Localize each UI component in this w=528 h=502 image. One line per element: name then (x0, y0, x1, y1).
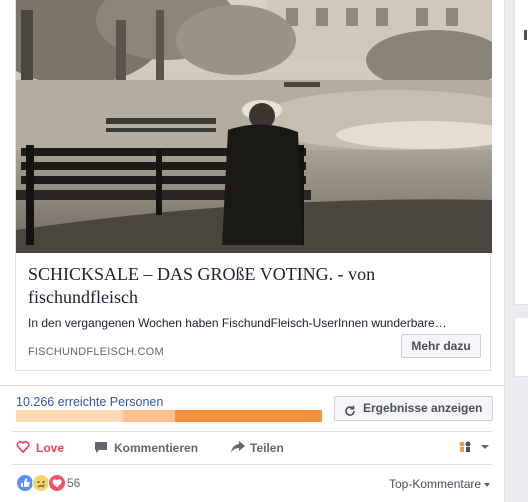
share-arrow-icon (230, 440, 246, 458)
comment-icon (94, 440, 108, 458)
divider (12, 464, 492, 465)
right-sidebar-card (514, 0, 528, 305)
comment-action-label: Kommentieren (114, 441, 199, 455)
love-reaction-icon (48, 474, 66, 492)
reaction-count[interactable]: 56 (67, 476, 80, 490)
reach-paid-fill (16, 410, 124, 422)
post-card: SCHICKSALE – DAS GROßE VOTING. - von fis… (0, 0, 505, 502)
share-action-label: Teilen (250, 441, 284, 455)
link-title[interactable]: SCHICKSALE – DAS GROßE VOTING. - von fis… (28, 263, 478, 309)
chevron-down-icon (484, 482, 491, 487)
share-action-button[interactable]: Teilen (230, 440, 290, 456)
heart-outline-icon (16, 440, 30, 458)
park-bench-photo[interactable] (16, 0, 492, 253)
reach-progress-bar (16, 410, 322, 422)
sidebar-marker (524, 30, 527, 40)
reach-count-link[interactable]: 10.266 erreichte Personen (16, 395, 163, 409)
link-description[interactable]: In den vergangenen Wochen haben Fischund… (28, 315, 478, 331)
page-avatars-icon (459, 441, 489, 452)
love-action-button[interactable]: Love (16, 440, 66, 456)
comment-action-button[interactable]: Kommentieren (94, 440, 204, 456)
comment-order-label: Top-Kommentare (389, 477, 482, 491)
audience-selector[interactable] (457, 438, 491, 454)
learn-more-button[interactable]: Mehr dazu (401, 334, 481, 358)
link-preview-card[interactable]: SCHICKSALE – DAS GROßE VOTING. - von fis… (15, 0, 492, 371)
divider (0, 385, 504, 386)
view-results-label: Ergebnisse anzeigen (363, 401, 483, 415)
love-action-label: Love (36, 441, 65, 455)
park-bench-image (16, 0, 492, 253)
divider (12, 431, 492, 432)
link-domain: FISCHUNDFLEISCH.COM (28, 346, 164, 358)
view-results-button[interactable]: Ergebnisse anzeigen (334, 396, 493, 421)
refresh-icon (344, 402, 356, 425)
comment-order-dropdown[interactable]: Top-Kommentare (389, 477, 491, 491)
right-sidebar-card-2 (514, 318, 528, 377)
